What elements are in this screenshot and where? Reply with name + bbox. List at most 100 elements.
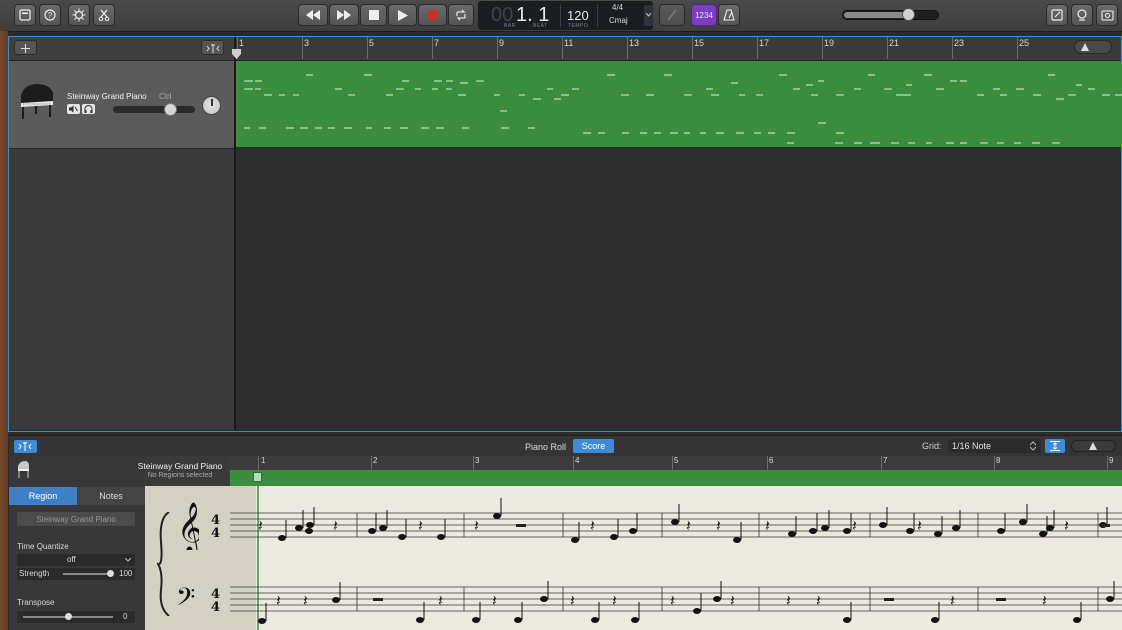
editor-region-strip[interactable]: [230, 470, 1122, 486]
zoom-slider[interactable]: [1074, 40, 1112, 54]
lcd-time-signature[interactable]: 4/4: [612, 3, 623, 12]
ruler-tick: [497, 37, 498, 59]
fit-view-button[interactable]: [1045, 439, 1065, 453]
ruler-tick: [692, 37, 693, 59]
ruler-tick: [302, 37, 303, 59]
strength-knob[interactable]: [107, 570, 114, 577]
piano-icon: [18, 461, 29, 478]
ruler-bar-number: 17: [759, 38, 770, 48]
play-button[interactable]: [388, 4, 417, 26]
track-area-empty[interactable]: [236, 148, 1121, 430]
track-header-steinway[interactable]: Steinway Grand Piano Ctrl: [9, 61, 234, 149]
master-volume-slider[interactable]: [842, 8, 939, 21]
midi-region[interactable]: [236, 61, 1122, 147]
note-pad-button[interactable]: [1046, 4, 1068, 26]
editor-zoom-slider[interactable]: [1071, 440, 1116, 452]
tuner-icon: [667, 9, 677, 21]
tab-region[interactable]: Region: [9, 487, 77, 505]
ruler-tick: [627, 37, 628, 59]
catch-icon: [206, 44, 220, 53]
timeline-ruler[interactable]: 1 3 5 7 9 11 13 15 17 19 21 23 25: [232, 37, 1121, 61]
smart-controls-button[interactable]: [68, 4, 90, 26]
svg-text:𝄽: 𝄽: [438, 591, 443, 610]
lcd-tempo[interactable]: 120: [567, 8, 589, 23]
rewind-button[interactable]: [298, 4, 328, 26]
pan-knob[interactable]: [202, 96, 221, 115]
control-bar: ? 00 1. 1 BAR BEAT 120 TEMPO 4/4 Cmaj 12…: [0, 0, 1122, 32]
ruler-tick: [432, 37, 433, 59]
transpose-knob[interactable]: [65, 613, 72, 620]
time-quantize-select[interactable]: off: [17, 554, 135, 566]
strength-value[interactable]: 100: [119, 569, 132, 578]
ruler-tick: [887, 37, 888, 59]
time-quantize-value: off: [67, 555, 76, 564]
loop-browser-button[interactable]: [1071, 4, 1093, 26]
lcd-menu-button[interactable]: [644, 5, 653, 26]
tuner-button[interactable]: [659, 4, 685, 26]
editor-ruler[interactable]: 1 2 3 4 5 6 7 8 9: [230, 456, 1122, 470]
headphones-icon: [84, 105, 93, 113]
stop-button[interactable]: [360, 4, 387, 26]
lcd-key[interactable]: Cmaj: [609, 16, 628, 25]
catch-icon: [18, 442, 32, 451]
ruler-tick: [1107, 456, 1108, 470]
editor-catch-button[interactable]: [14, 440, 37, 453]
track-volume-knob[interactable]: [164, 103, 177, 116]
solo-button[interactable]: [82, 104, 95, 114]
tab-notes[interactable]: Notes: [77, 487, 145, 505]
library-button[interactable]: [14, 4, 36, 26]
transpose-row: 0: [17, 611, 135, 623]
ruler-bar-number: 25: [1019, 38, 1030, 48]
editor-bar-number: 1: [261, 456, 266, 465]
region-notes: [244, 74, 1122, 144]
ruler-tick: [822, 37, 823, 59]
svg-text:𝄽: 𝄽: [816, 591, 821, 610]
ruler-bar-number: 19: [824, 38, 835, 48]
metronome-button[interactable]: [718, 4, 740, 26]
master-volume-fill: [844, 12, 908, 18]
stepper-arrows-icon: [1030, 441, 1036, 451]
speaker-mute-icon: [69, 105, 78, 113]
strength-slider[interactable]: [63, 573, 111, 575]
svg-text:𝄽: 𝄽: [765, 516, 770, 535]
editors-button[interactable]: [93, 4, 115, 26]
svg-text:?: ?: [48, 11, 53, 20]
playhead-icon: [232, 49, 241, 59]
tab-piano-roll[interactable]: Piano Roll: [518, 436, 573, 457]
grid-select[interactable]: 1/16 Note: [948, 439, 1041, 453]
region-start-marker[interactable]: [253, 472, 262, 482]
media-browser-button[interactable]: [1096, 4, 1118, 26]
add-track-button[interactable]: [14, 40, 37, 55]
tab-score[interactable]: Score: [573, 439, 614, 453]
lcd-position: 1. 1: [516, 4, 550, 26]
loop-icon: [1077, 9, 1087, 21]
master-volume-knob[interactable]: [902, 8, 915, 21]
record-button[interactable]: [418, 4, 447, 26]
score-view[interactable]: 𝄽 𝄽 𝄽 𝄽 𝄽 𝄽 𝄽 𝄽 𝄽 𝄽 𝄽 𝄽 𝄽 𝄽 𝄽 𝄽 𝄽 𝄽 𝄽 𝄽 𝄽 𝄽 𝄽 𝄞 𝄢: [157, 486, 1122, 630]
editor-track-header: Steinway Grand Piano No Regions selected: [138, 456, 230, 486]
media-icon: [1100, 10, 1114, 21]
lcd-bar-prefix: 00: [491, 4, 514, 26]
ruler-bar-number: 1: [239, 38, 245, 48]
ruler-tick: [1017, 37, 1018, 59]
ruler-tick: [473, 456, 474, 470]
track-volume-slider[interactable]: [113, 103, 195, 116]
track-name[interactable]: Steinway Grand Piano: [67, 92, 147, 101]
quick-help-button[interactable]: ?: [39, 4, 61, 26]
lcd-divider: [560, 4, 561, 27]
ruler-bar-number: 15: [694, 38, 705, 48]
cycle-button[interactable]: [448, 4, 474, 26]
mute-button[interactable]: [67, 104, 80, 114]
fast-forward-button[interactable]: [329, 4, 359, 26]
region-name-field[interactable]: Steinway Grand Piano: [17, 512, 135, 526]
grand-piano-icon: [21, 84, 53, 119]
transpose-value[interactable]: 0: [123, 612, 127, 621]
ruler-bar-number: 11: [564, 38, 574, 48]
ruler-tick: [757, 37, 758, 59]
ruler-bar-number: 7: [434, 38, 440, 48]
catch-playhead-button[interactable]: [201, 40, 224, 55]
library-icon: [19, 9, 31, 21]
lcd-display[interactable]: 00 1. 1 BAR BEAT 120 TEMPO 4/4 Cmaj: [478, 1, 653, 30]
count-in-button[interactable]: 1234: [691, 4, 717, 26]
svg-text:𝄽: 𝄽: [258, 516, 263, 535]
